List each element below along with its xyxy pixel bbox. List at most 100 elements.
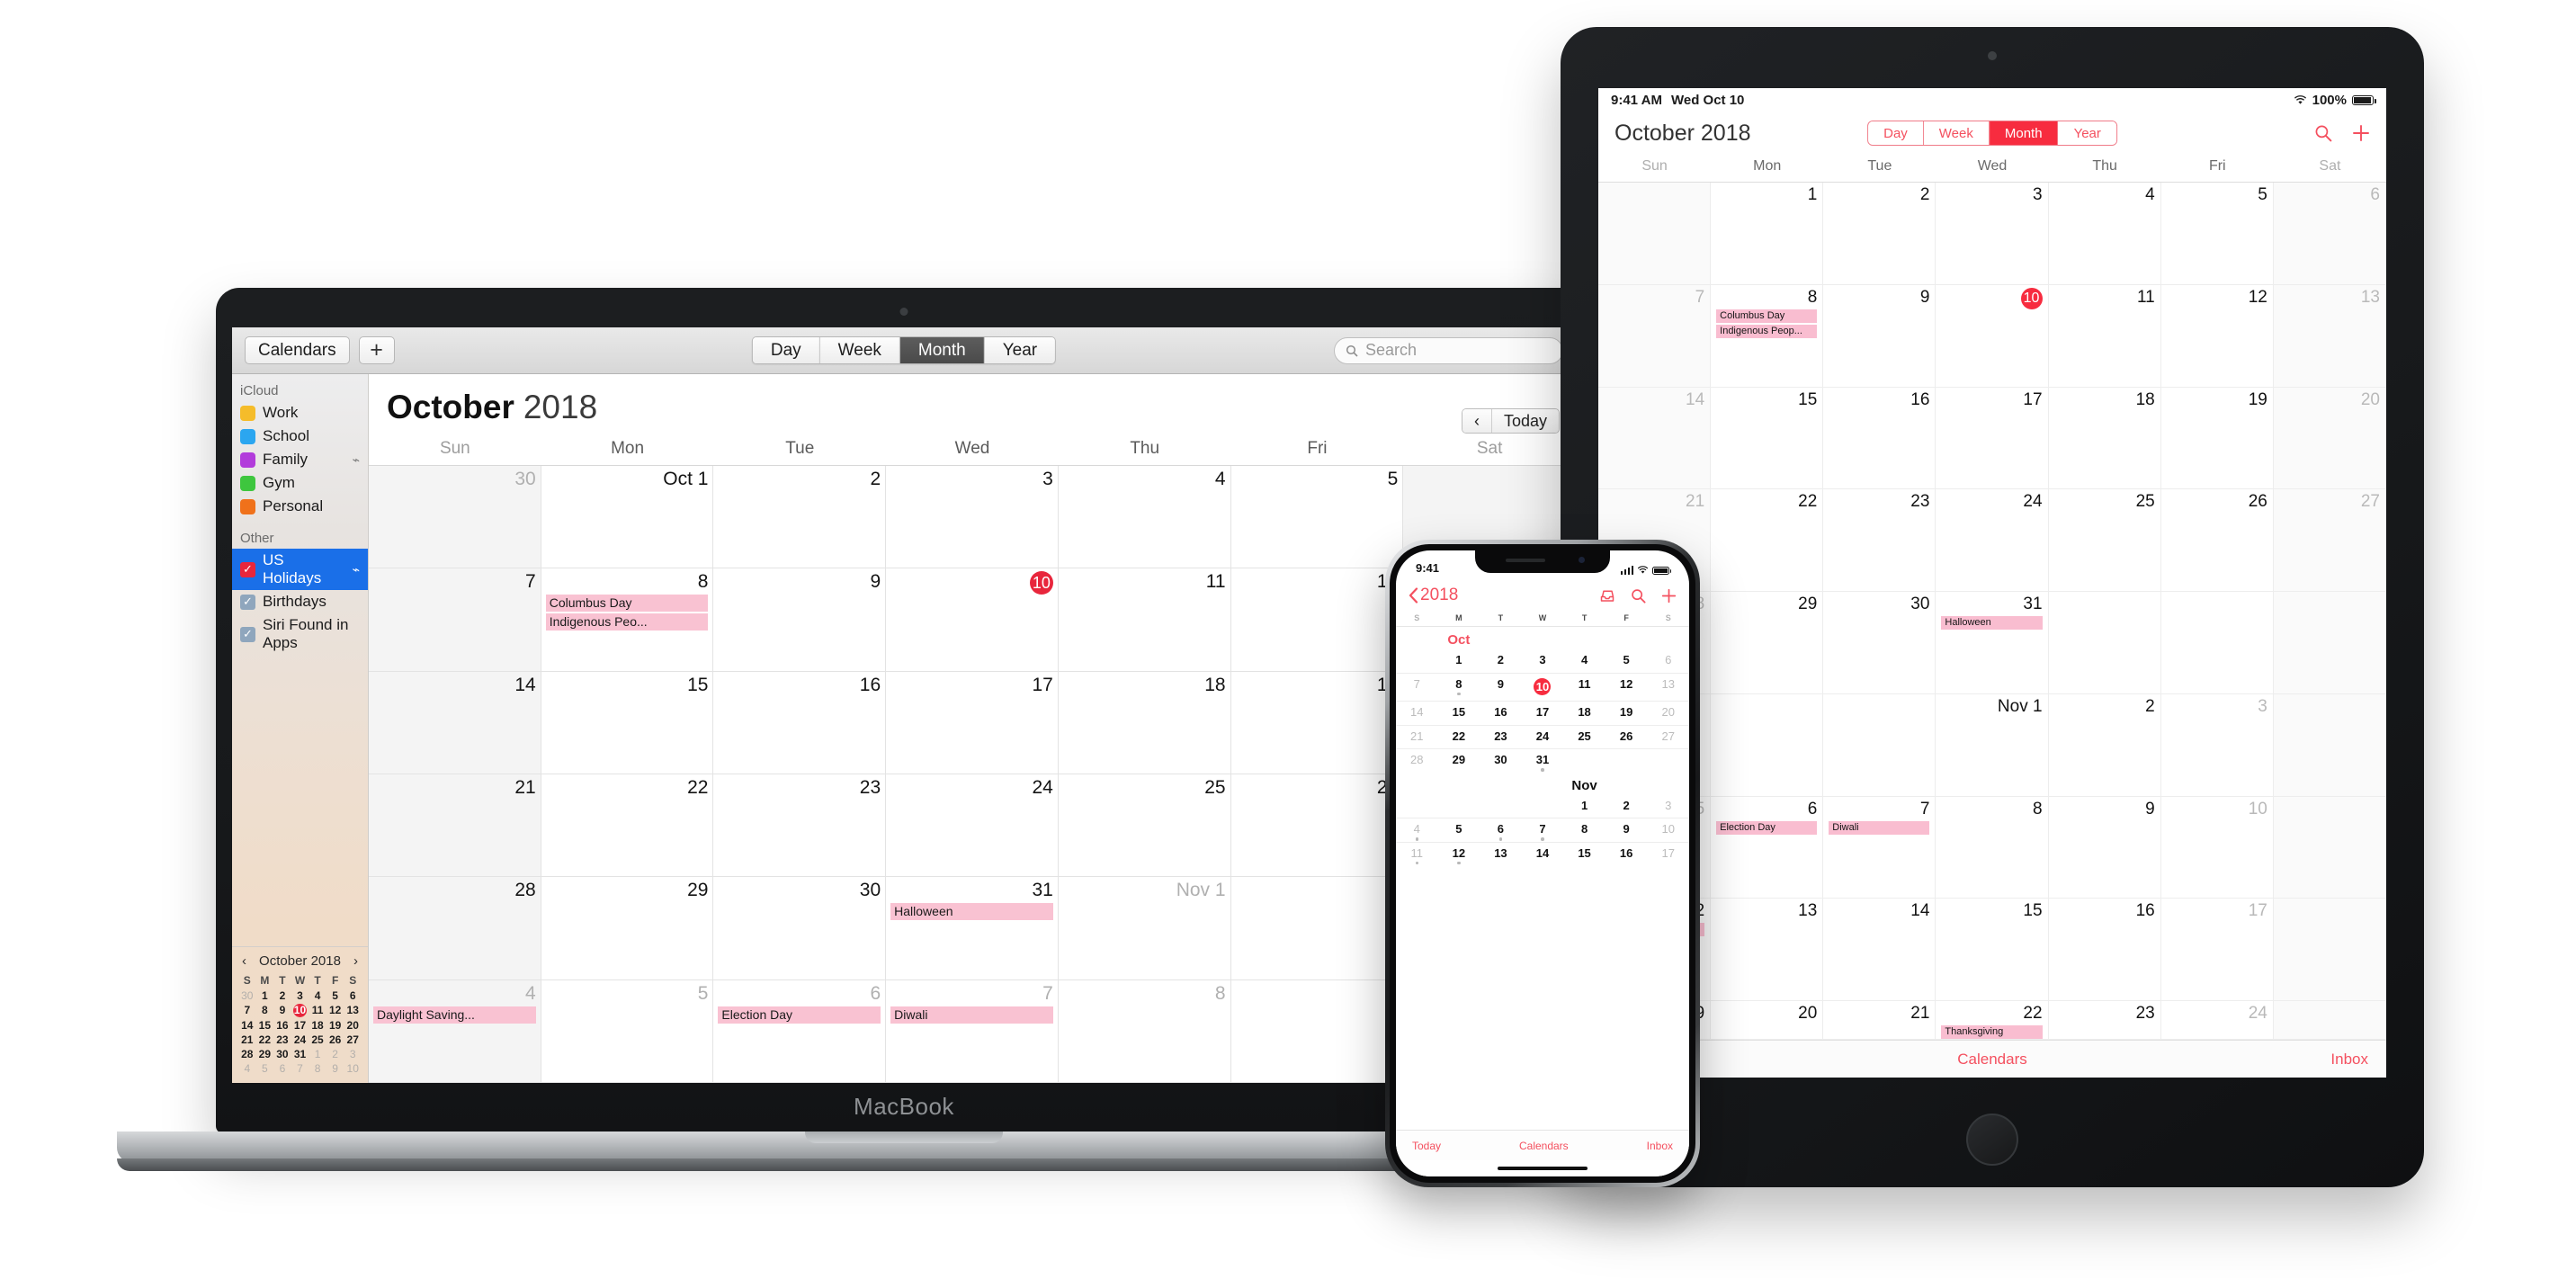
sidebar-item-siri-found-in-apps[interactable]: ✓ Siri Found in Apps [232,613,368,655]
iphone-day-cell[interactable]: 4 [1396,818,1438,842]
mini-day[interactable]: 28 [238,1048,256,1060]
iphone-day-cell[interactable]: 9 [1480,672,1522,702]
ipad-day-cell[interactable]: 24 [1936,489,2049,592]
ipad-day-cell[interactable]: 15 [1936,899,2049,1001]
mac-day-cell[interactable]: 29 [541,877,714,980]
mini-day[interactable]: 3 [344,1048,362,1060]
iphone-day-cell[interactable]: 16 [1480,701,1522,725]
mac-day-cell[interactable]: 16 [713,671,887,774]
iphone-day-cell[interactable]: 10 [1647,818,1689,842]
iphone-day-cell[interactable]: 6 [1480,818,1522,842]
ipad-day-cell[interactable]: 23 [2048,1001,2161,1040]
mini-day[interactable]: 29 [256,1048,274,1060]
ipad-day-cell[interactable]: 14 [1598,387,1712,490]
iphone-day-cell[interactable]: 21 [1396,724,1438,749]
ipad-day-cell[interactable]: 30 [1823,592,1936,694]
mac-day-cell[interactable]: 25 [1058,774,1231,878]
ipad-day-cell[interactable]: 24 [2160,1001,2274,1040]
mac-event-chip[interactable]: Columbus Day [545,595,709,613]
iphone-day-cell[interactable]: 15 [1437,701,1480,725]
mini-day[interactable]: 5 [326,989,344,1002]
ipad-day-cell[interactable]: Nov 1 [1936,693,2049,797]
ipad-day-cell[interactable] [2273,693,2386,797]
sidebar-item-birthdays[interactable]: ✓ Birthdays [232,590,368,613]
ipad-day-cell[interactable]: 22 Thanksgiving [1936,1001,2049,1040]
sidebar-item-family[interactable]: Family ⌁ [232,448,368,471]
ipad-day-cell[interactable]: 8 Columbus Day Indigenous Peop... [1711,284,1824,388]
ipad-day-cell[interactable]: 13 [2273,284,2386,388]
checkbox-icon[interactable]: ✓ [240,561,255,577]
ipad-day-cell[interactable]: 20 [1711,1001,1824,1040]
ipad-view-week[interactable]: Week [1923,121,1990,145]
mac-search-input[interactable]: Search [1334,336,1563,364]
mini-next-month-button[interactable]: › [353,953,358,969]
ipad-day-cell[interactable] [2160,592,2274,694]
mini-day[interactable]: 8 [256,1004,274,1017]
iphone-day-cell[interactable]: 1 [1438,649,1480,673]
mac-day-cell[interactable]: Nov 1 [1058,877,1231,980]
iphone-day-cell[interactable]: 26 [1605,724,1648,749]
ipad-day-cell[interactable]: 19 [2160,387,2274,490]
mini-day[interactable]: 6 [273,1062,291,1075]
plus-icon[interactable] [2352,124,2370,142]
ipad-day-cell[interactable]: 16 [1823,387,1936,490]
ipad-day-cell[interactable]: 26 [2160,489,2274,592]
mac-day-cell[interactable]: 26 [1230,774,1404,878]
ipad-day-cell[interactable] [1598,183,1712,285]
iphone-day-cell[interactable] [1396,795,1438,818]
mini-day[interactable]: 12 [326,1004,344,1017]
iphone-day-cell[interactable]: 12 [1605,672,1648,702]
iphone-day-cell[interactable]: 27 [1647,724,1689,749]
ipad-day-cell[interactable]: 5 [2160,183,2274,285]
ipad-day-cell[interactable]: 31 Halloween [1936,592,2049,694]
iphone-tab-today[interactable]: Today [1412,1140,1441,1152]
ipad-day-cell[interactable] [2273,796,2386,899]
mini-day[interactable]: 21 [238,1033,256,1046]
iphone-day-cell[interactable]: 29 [1437,748,1480,773]
mac-day-cell[interactable]: 24 [886,774,1059,878]
mac-calendars-button[interactable]: Calendars [245,336,350,364]
iphone-day-cell[interactable] [1647,748,1689,773]
mac-day-cell[interactable]: 5 [1230,466,1404,569]
ipad-day-cell[interactable]: 8 [1936,796,2049,899]
mac-event-chip[interactable]: Election Day [718,1006,881,1024]
mac-day-cell[interactable]: 11 [1058,568,1231,672]
mini-day[interactable]: 15 [256,1019,274,1032]
mac-day-cell[interactable]: 23 [713,774,887,878]
mini-day[interactable]: 4 [309,989,326,1002]
mini-day[interactable]: 5 [256,1062,274,1075]
iphone-back-button[interactable]: 2018 [1409,586,1458,605]
ipad-day-cell[interactable]: 12 [2160,284,2274,388]
mini-day-today[interactable]: 10 [292,1004,307,1017]
mini-prev-month-button[interactable]: ‹ [242,953,246,969]
mini-day[interactable]: 30 [238,989,256,1002]
ipad-day-cell[interactable] [2048,592,2161,694]
ipad-tab-inbox[interactable]: Inbox [2330,1051,2368,1069]
ipad-day-cell[interactable]: 2 [1823,183,1936,285]
mini-day[interactable]: 3 [291,989,309,1002]
iphone-day-cell[interactable]: 8 [1437,672,1480,702]
ipad-day-cell[interactable]: 6 Election Day [1711,796,1824,899]
ipad-day-cell[interactable]: 29 [1711,592,1824,694]
mac-day-cell[interactable]: 31 Halloween [886,877,1059,980]
iphone-day-cell[interactable]: 4 [1563,649,1606,673]
iphone-day-cell[interactable]: 23 [1480,724,1522,749]
mac-day-cell[interactable]: 28 [369,877,541,980]
mac-day-cell[interactable]: 15 [541,671,714,774]
mac-day-cell[interactable]: 30 [369,466,541,569]
iphone-day-cell[interactable]: 16 [1605,841,1648,866]
mini-day[interactable]: 6 [344,989,362,1002]
sidebar-item-gym[interactable]: Gym [232,471,368,495]
mini-day[interactable]: 23 [273,1033,291,1046]
mac-day-cell[interactable]: Oct 1 [541,466,714,569]
ipad-day-cell[interactable]: 22 [1711,489,1824,592]
search-icon[interactable] [2314,124,2332,142]
ipad-day-cell[interactable]: 10 [2160,796,2274,899]
mac-day-cell[interactable]: 12 [1230,568,1404,672]
ipad-day-cell[interactable]: 2 [2048,693,2161,797]
iphone-day-cell[interactable]: 9 [1605,818,1648,842]
iphone-day-cell[interactable]: 18 [1563,701,1606,725]
ipad-event-chip[interactable]: Columbus Day [1716,309,1818,323]
ipad-day-cell[interactable] [2273,899,2386,1001]
iphone-home-indicator[interactable] [1396,1160,1689,1176]
